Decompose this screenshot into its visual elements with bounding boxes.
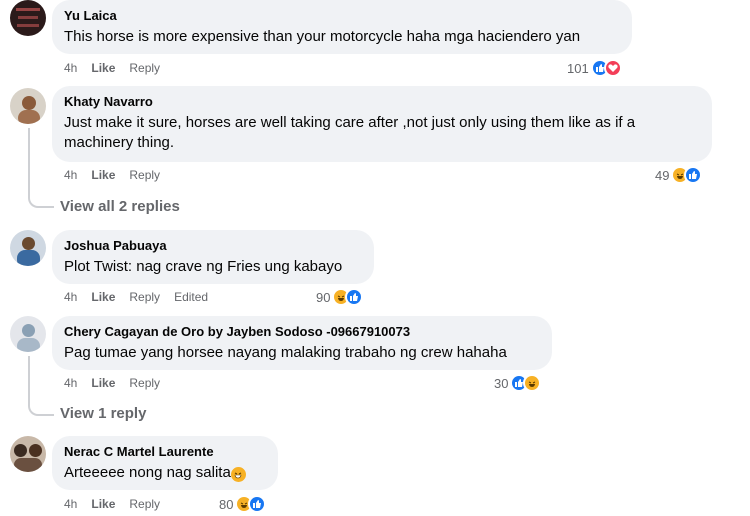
comment-bubble: Khaty Navarro Just make it sure, horses … bbox=[52, 86, 712, 162]
comment-bubble: Nerac C Martel Laurente Arteeeee nong na… bbox=[52, 436, 278, 490]
avatar[interactable] bbox=[10, 88, 46, 124]
like-reaction-icon bbox=[248, 495, 267, 513]
reply-button[interactable]: Reply bbox=[129, 61, 160, 75]
thread-line bbox=[28, 356, 54, 416]
reaction-count[interactable]: 90 bbox=[316, 288, 364, 306]
timestamp[interactable]: 4h bbox=[64, 168, 77, 182]
comment-text: Just make it sure, horses are well takin… bbox=[64, 114, 636, 151]
haha-reaction-icon bbox=[523, 374, 542, 392]
timestamp[interactable]: 4h bbox=[64, 497, 77, 511]
like-button[interactable]: Like bbox=[91, 61, 115, 75]
comment-author[interactable]: Khaty Navarro bbox=[64, 94, 700, 110]
comment-text: This horse is more expensive than your m… bbox=[64, 28, 581, 45]
avatar[interactable] bbox=[10, 0, 46, 36]
timestamp[interactable]: 4h bbox=[64, 290, 77, 304]
comment-author[interactable]: Nerac C Martel Laurente bbox=[64, 444, 266, 460]
like-button[interactable]: Like bbox=[91, 376, 115, 390]
comment-actions: 4h Like Reply bbox=[64, 376, 174, 390]
thread-line bbox=[28, 128, 54, 208]
reply-button[interactable]: Reply bbox=[129, 290, 160, 304]
timestamp[interactable]: 4h bbox=[64, 61, 77, 75]
love-reaction-icon bbox=[603, 59, 622, 77]
reaction-number: 30 bbox=[494, 375, 509, 391]
view-replies-link[interactable]: View 1 reply bbox=[60, 405, 146, 422]
reply-button[interactable]: Reply bbox=[129, 497, 160, 511]
reply-button[interactable]: Reply bbox=[129, 376, 160, 390]
comment-author[interactable]: Yu Laica bbox=[64, 8, 620, 24]
like-reaction-icon bbox=[345, 288, 364, 306]
comment-bubble: Yu Laica This horse is more expensive th… bbox=[52, 0, 632, 54]
avatar[interactable] bbox=[10, 230, 46, 266]
reaction-number: 90 bbox=[316, 289, 331, 305]
comment-bubble: Chery Cagayan de Oro by Jayben Sodoso -0… bbox=[52, 316, 552, 370]
reaction-count[interactable]: 80 bbox=[219, 495, 267, 513]
reaction-number: 80 bbox=[219, 496, 234, 512]
comment-actions: 4h Like Reply bbox=[64, 61, 174, 75]
comment-text: Arteeeee nong nag salita bbox=[64, 463, 266, 483]
like-button[interactable]: Like bbox=[91, 168, 115, 182]
timestamp[interactable]: 4h bbox=[64, 376, 77, 390]
comment-author[interactable]: Chery Cagayan de Oro by Jayben Sodoso -0… bbox=[64, 324, 540, 340]
like-button[interactable]: Like bbox=[91, 497, 115, 511]
avatar[interactable] bbox=[10, 436, 46, 472]
reaction-number: 49 bbox=[655, 167, 670, 183]
like-button[interactable]: Like bbox=[91, 290, 115, 304]
comment-actions: 4h Like Reply Edited bbox=[64, 290, 222, 304]
view-replies-link[interactable]: View all 2 replies bbox=[60, 198, 180, 215]
reaction-count[interactable]: 101 bbox=[567, 59, 622, 77]
grin-emoji-icon bbox=[230, 466, 246, 482]
reaction-count[interactable]: 30 bbox=[494, 374, 542, 392]
comment-author[interactable]: Joshua Pabuaya bbox=[64, 238, 362, 254]
comment-text: Pag tumae yang horsee nayang malaking tr… bbox=[64, 344, 507, 361]
avatar[interactable] bbox=[10, 316, 46, 352]
comment-text-value: Arteeeee nong nag salita bbox=[64, 464, 231, 481]
edited-label: Edited bbox=[174, 290, 209, 304]
comment-actions: 4h Like Reply bbox=[64, 497, 174, 511]
comment-actions: 4h Like Reply bbox=[64, 168, 174, 182]
like-reaction-icon bbox=[684, 166, 703, 184]
reaction-count[interactable]: 49 bbox=[655, 166, 703, 184]
reaction-number: 101 bbox=[567, 60, 589, 76]
reply-button[interactable]: Reply bbox=[129, 168, 160, 182]
comment-text: Plot Twist: nag crave ng Fries ung kabay… bbox=[64, 258, 343, 275]
comment-bubble: Joshua Pabuaya Plot Twist: nag crave ng … bbox=[52, 230, 374, 284]
